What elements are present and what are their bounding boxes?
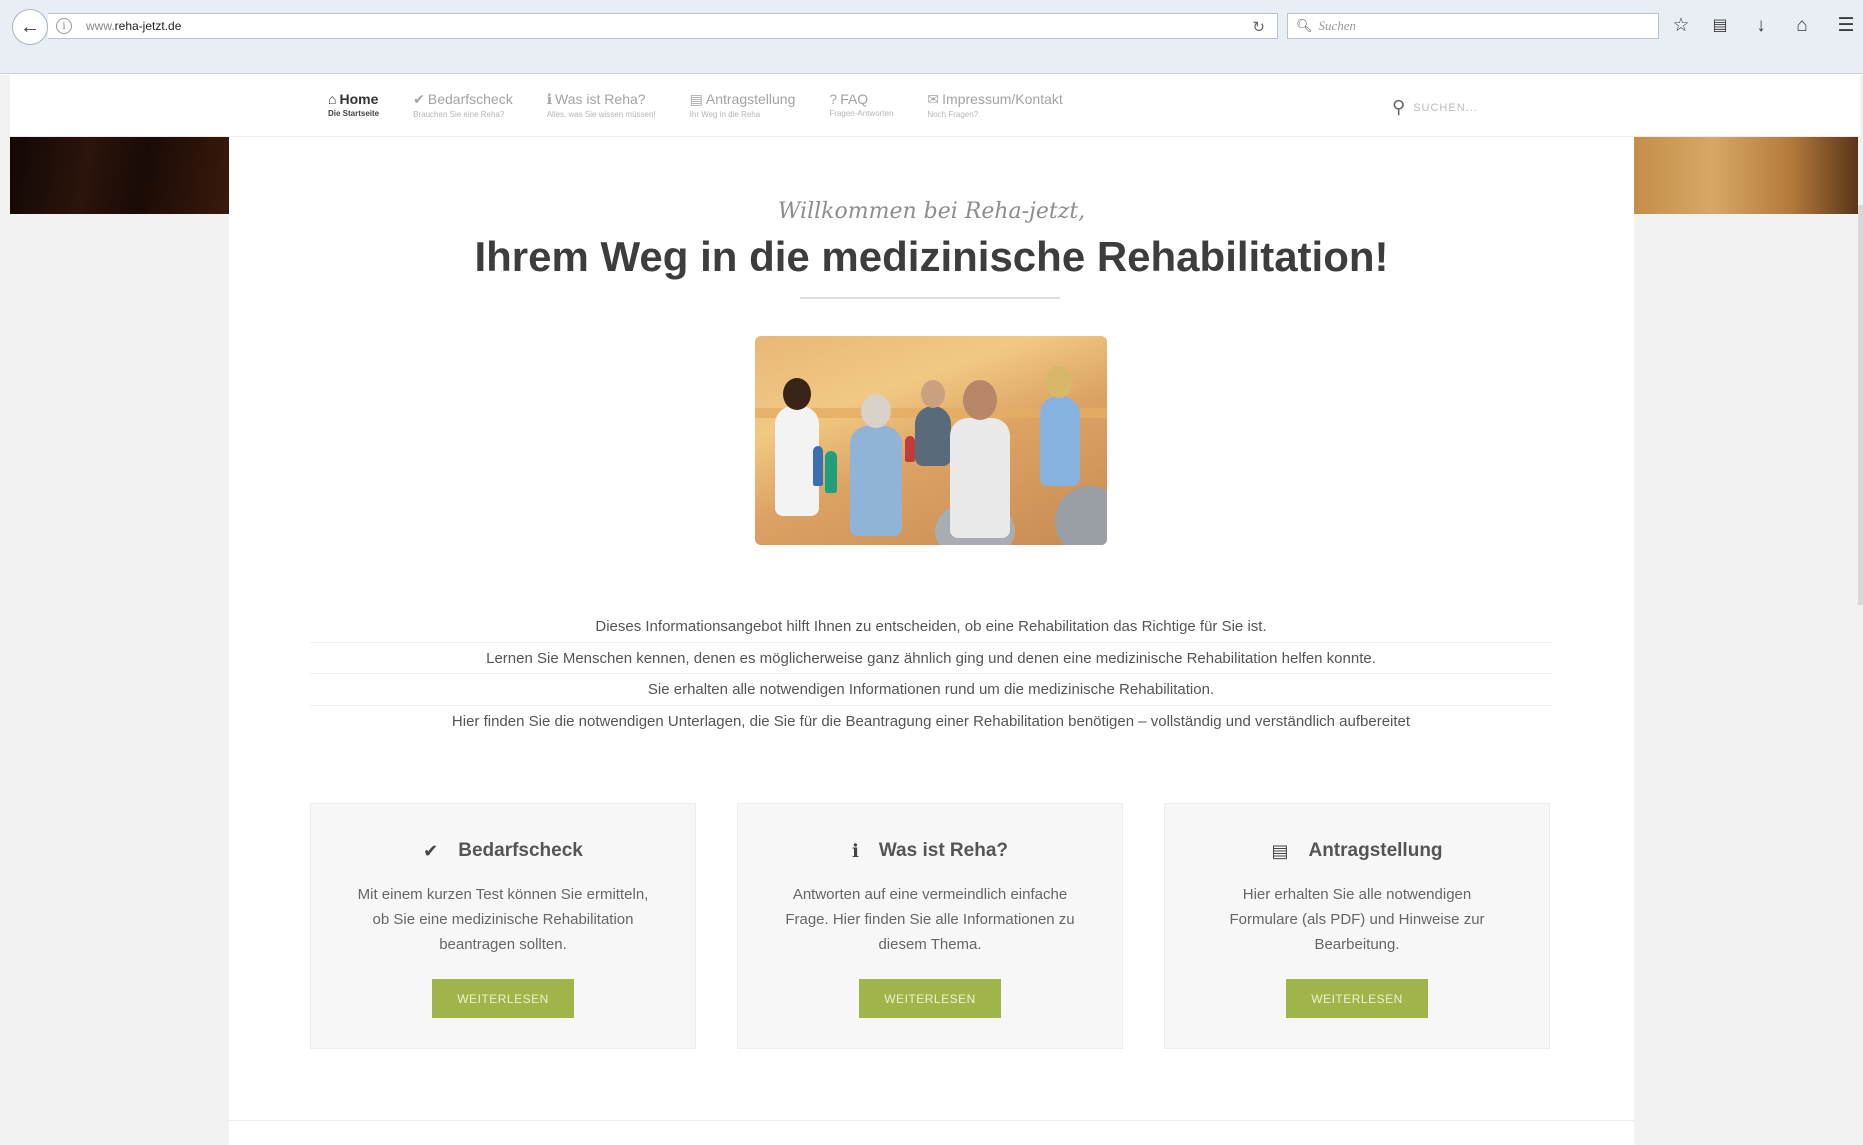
- nav-label: Impressum/Kontakt: [942, 91, 1063, 107]
- search-icon: 🔍︎: [1296, 18, 1313, 33]
- welcome-text: Willkommen bei Reha-jetzt,: [777, 199, 1086, 224]
- hero-image: [755, 336, 1107, 545]
- card-bedarfscheck: ✔ Bedarfscheck Mit einem kurzen Test kön…: [310, 803, 696, 1049]
- library-icon[interactable]: ▤: [1708, 14, 1732, 38]
- site-search-placeholder: SUCHEN...: [1413, 101, 1478, 114]
- card-title: ▤ Antragstellung: [1271, 840, 1443, 861]
- check-icon: ✔: [413, 91, 425, 107]
- url-bar[interactable]: i www.reha-jetzt.de ↻: [48, 13, 1278, 39]
- info-icon[interactable]: i: [56, 18, 72, 34]
- nav-item-bedarfscheck[interactable]: ✔ Bedarfscheck Brauchen Sie eine Reha?: [413, 91, 513, 125]
- info-line: Hier finden Sie die notwendigen Unterlag…: [451, 712, 1411, 730]
- browser-search-placeholder: Suchen: [1318, 18, 1357, 33]
- card-text: Mit einem kurzen Test können Sie ermitte…: [357, 886, 649, 953]
- page-title: Ihrem Weg in die medizinische Rehabilita…: [474, 233, 1389, 280]
- title-divider: [800, 297, 1060, 299]
- info-icon: ℹ: [851, 840, 859, 861]
- url-text: www.reha-jetzt.de: [86, 19, 182, 33]
- read-more-button[interactable]: WEITERLESEN: [1286, 979, 1428, 1018]
- nav-label: Antragstellung: [705, 91, 796, 107]
- document-icon: ▤: [1271, 840, 1289, 861]
- browser-search-input[interactable]: 🔍︎ Suchen: [1287, 13, 1659, 39]
- card-antragstellung: ▤ Antragstellung Hier erhalten Sie alle …: [1164, 803, 1550, 1049]
- nav-label: Was ist Reha?: [555, 91, 646, 107]
- card-title: ✔ Bedarfscheck: [423, 840, 583, 861]
- read-more-button[interactable]: WEITERLESEN: [859, 979, 1001, 1018]
- nav-label: Home: [339, 91, 379, 107]
- nav-item-was-ist-reha[interactable]: ℹ Was ist Reha? Alles, was Sie wissen müs…: [547, 91, 656, 125]
- nav-item-faq[interactable]: ? FAQ Fragen-Antworten: [829, 91, 893, 125]
- nav-label: Bedarfscheck: [427, 91, 513, 107]
- nav-subtitle: Noch Fragen?: [927, 110, 979, 119]
- nav-label: FAQ: [840, 91, 869, 107]
- read-more-button[interactable]: WEITERLESEN: [432, 979, 574, 1018]
- nav-subtitle: Brauchen Sie eine Reha?: [413, 110, 505, 119]
- hero-background-right: [1634, 137, 1858, 214]
- nav-item-impressum-kontakt[interactable]: ✉ Impressum/Kontakt Noch Fragen?: [927, 91, 1062, 125]
- envelope-icon: ✉: [927, 91, 940, 107]
- nav-item-home[interactable]: ⌂ Home Die Startseite: [328, 91, 379, 125]
- home-icon[interactable]: ⌂: [1790, 14, 1814, 38]
- reload-icon[interactable]: ↻: [1252, 18, 1265, 36]
- nav-subtitle: Fragen-Antworten: [829, 109, 894, 118]
- home-icon: ⌂: [328, 91, 337, 107]
- info-icon: ℹ: [546, 91, 553, 107]
- info-list: Dieses Informationsangebot hilft Ihnen z…: [310, 611, 1552, 737]
- nav-subtitle: Ihr Weg in die Reha: [689, 110, 761, 119]
- info-line: Sie erhalten alle notwendigen Informatio…: [310, 674, 1552, 706]
- download-icon[interactable]: ↓: [1749, 14, 1773, 38]
- menu-icon[interactable]: ☰: [1834, 14, 1858, 38]
- card-was-ist-reha: ℹ Was ist Reha? Antworten auf eine verme…: [737, 803, 1123, 1049]
- info-line: Dieses Informationsangebot hilft Ihnen z…: [310, 611, 1552, 643]
- browser-toolbar: ← i www.reha-jetzt.de ↻ 🔍︎ Suchen ☆ ▤ ↓ …: [0, 0, 1863, 74]
- question-icon: ?: [829, 91, 838, 107]
- card-text: Antworten auf eine vermeindlich einfache…: [785, 886, 1075, 953]
- search-icon[interactable]: ⚲: [1392, 97, 1405, 118]
- document-icon: ▤: [689, 91, 703, 107]
- check-icon: ✔: [423, 840, 439, 861]
- nav-item-antragstellung[interactable]: ▤ Antragstellung Ihr Weg in die Reha: [690, 91, 796, 125]
- section-divider: [229, 1120, 1634, 1121]
- scrollbar[interactable]: [1858, 205, 1863, 605]
- nav-subtitle: Die Startseite: [328, 109, 380, 118]
- bookmark-star-icon[interactable]: ☆: [1669, 14, 1693, 38]
- card-text: Hier erhalten Sie alle notwendigen Formu…: [1229, 886, 1485, 953]
- nav-subtitle: Alles, was Sie wissen müssen!: [546, 110, 656, 119]
- site-search-input[interactable]: ⚲ SUCHEN...: [1392, 97, 1478, 118]
- card-title: ℹ Was ist Reha?: [851, 840, 1008, 861]
- main-nav: ⌂ Home Die Startseite ✔ Bedarfscheck Brauc…: [328, 91, 1097, 125]
- hero-background-left: [10, 137, 229, 214]
- back-icon[interactable]: ←: [12, 9, 48, 45]
- site-header: ⌂ Home Die Startseite ✔ Bedarfscheck Brauc…: [10, 75, 1860, 137]
- info-line: Lernen Sie Menschen kennen, denen es mög…: [310, 643, 1552, 674]
